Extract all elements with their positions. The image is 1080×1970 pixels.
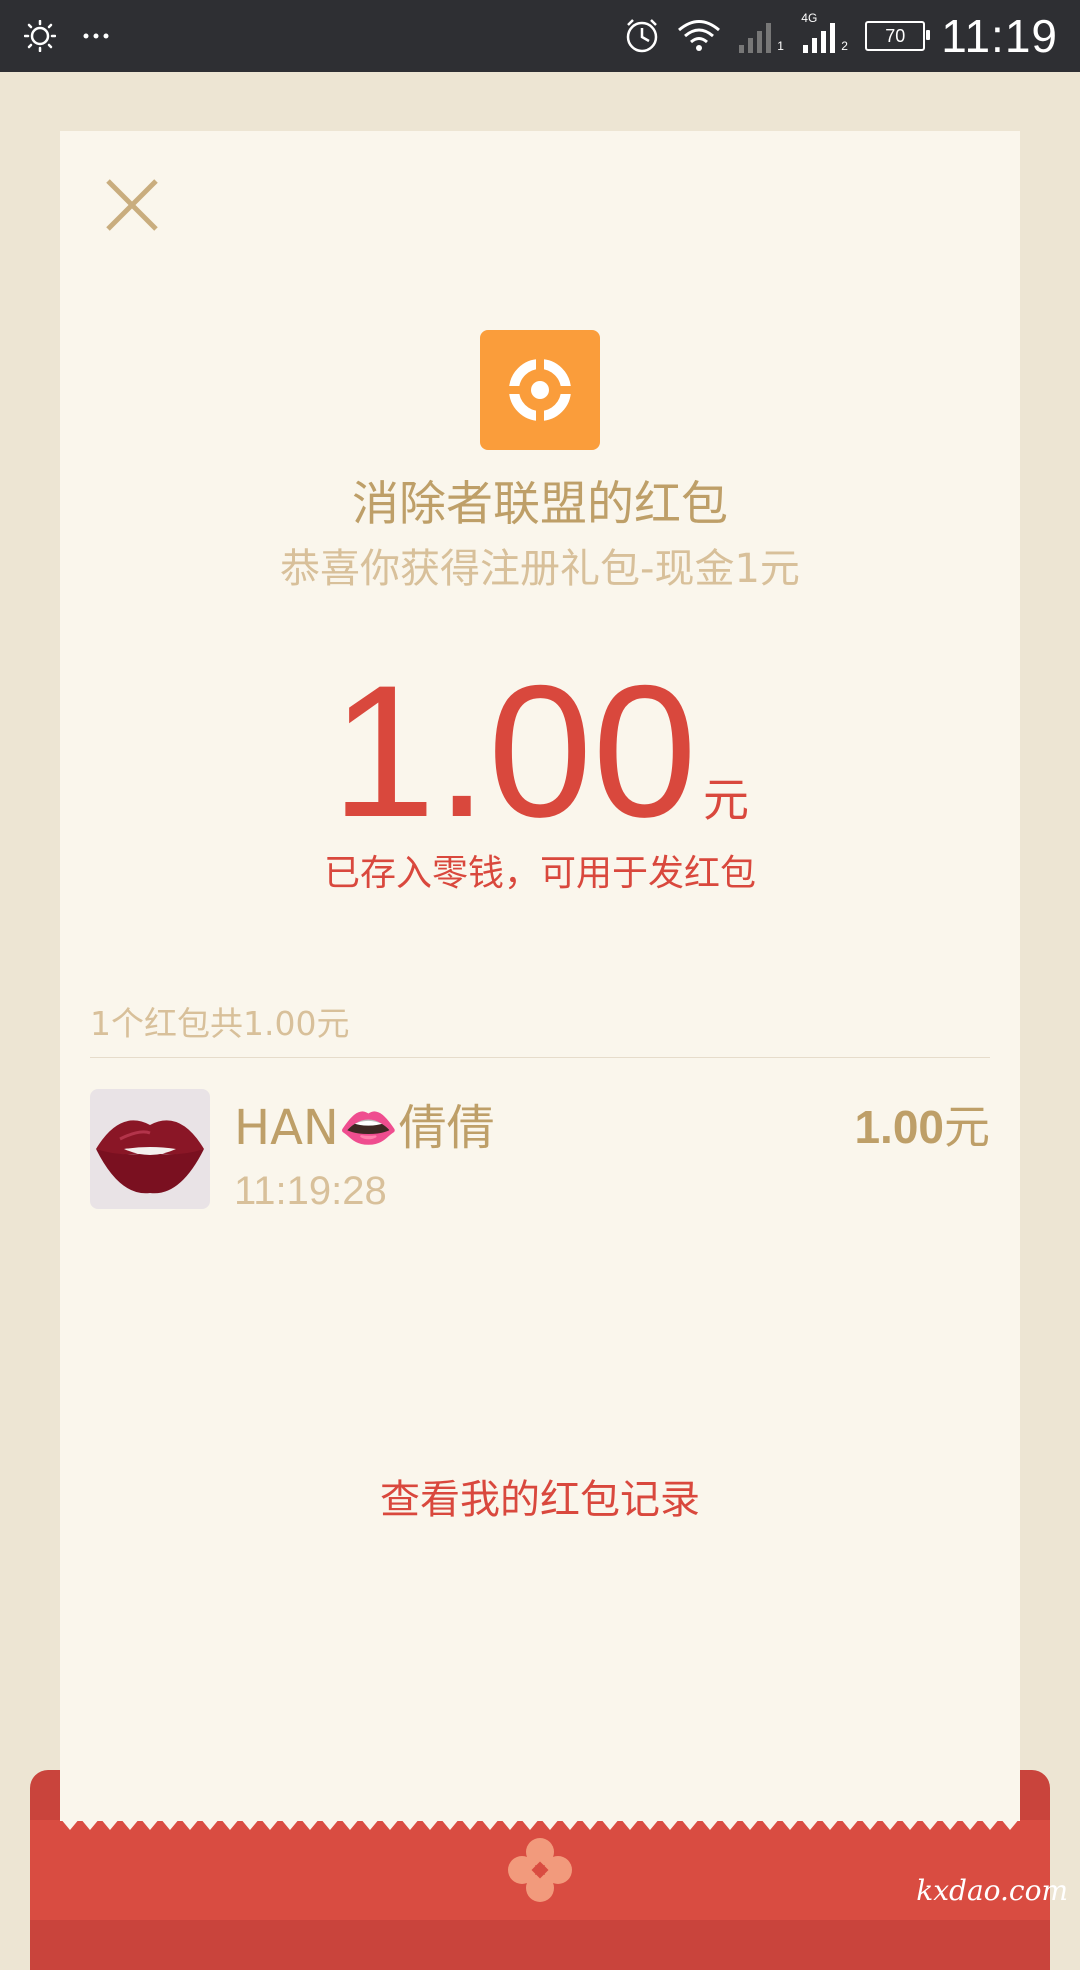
close-button[interactable] (98, 171, 168, 241)
card-torn-edge (60, 1808, 1020, 1830)
signal-sim2-icon: 4G 2 (801, 11, 849, 53)
amount-value: 1.00 (331, 646, 697, 856)
network-type-label: 4G (801, 11, 818, 25)
sim1-label: 1 (777, 39, 784, 53)
app-logo-icon (480, 330, 600, 450)
view-history-link[interactable]: 查看我的红包记录 (60, 1467, 1020, 1525)
receiver-amount: 1.00元 (854, 1091, 990, 1157)
divider (90, 1057, 990, 1058)
signal-sim1-icon: 1 (737, 19, 785, 53)
receiver-amount-unit: 元 (944, 1100, 990, 1154)
status-bar: 1 4G 2 70 11:19 (0, 0, 1080, 72)
sender-title: 消除者联盟的红包 (352, 477, 728, 532)
status-time: 11:19 (941, 10, 1058, 62)
close-icon (106, 179, 158, 231)
envelope-emblem-icon (508, 1838, 572, 1902)
battery-level: 70 (885, 25, 906, 46)
amount-unit: 元 (702, 773, 749, 827)
receiver-amount-value: 1.00 (854, 1101, 944, 1153)
alarm-icon (627, 19, 658, 53)
wifi-icon (678, 20, 721, 51)
receiver-name: HAN👄倩倩 (234, 1100, 495, 1156)
brightness-icon (24, 20, 56, 52)
receive-time: 11:19:28 (234, 1169, 387, 1213)
saved-to-wallet-note: 已存入零钱，可用于发红包 (323, 853, 756, 894)
avatar[interactable] (90, 1089, 210, 1209)
greeting-message: 恭喜你获得注册礼包-现金1元 (280, 546, 800, 592)
battery-icon: 70 (865, 21, 931, 51)
more-dots-icon (83, 33, 109, 39)
received-amount: 1.00 元 (60, 651, 1020, 851)
sim2-label: 2 (841, 39, 848, 53)
red-packet-detail-card: 消除者联盟的红包 恭喜你获得注册礼包-现金1元 1.00 元 已存入零钱，可用于发… (60, 131, 1020, 1821)
packet-summary: 1个红包共1.00元 (90, 1004, 350, 1043)
watermark: kxdao.com (916, 1874, 1068, 1907)
